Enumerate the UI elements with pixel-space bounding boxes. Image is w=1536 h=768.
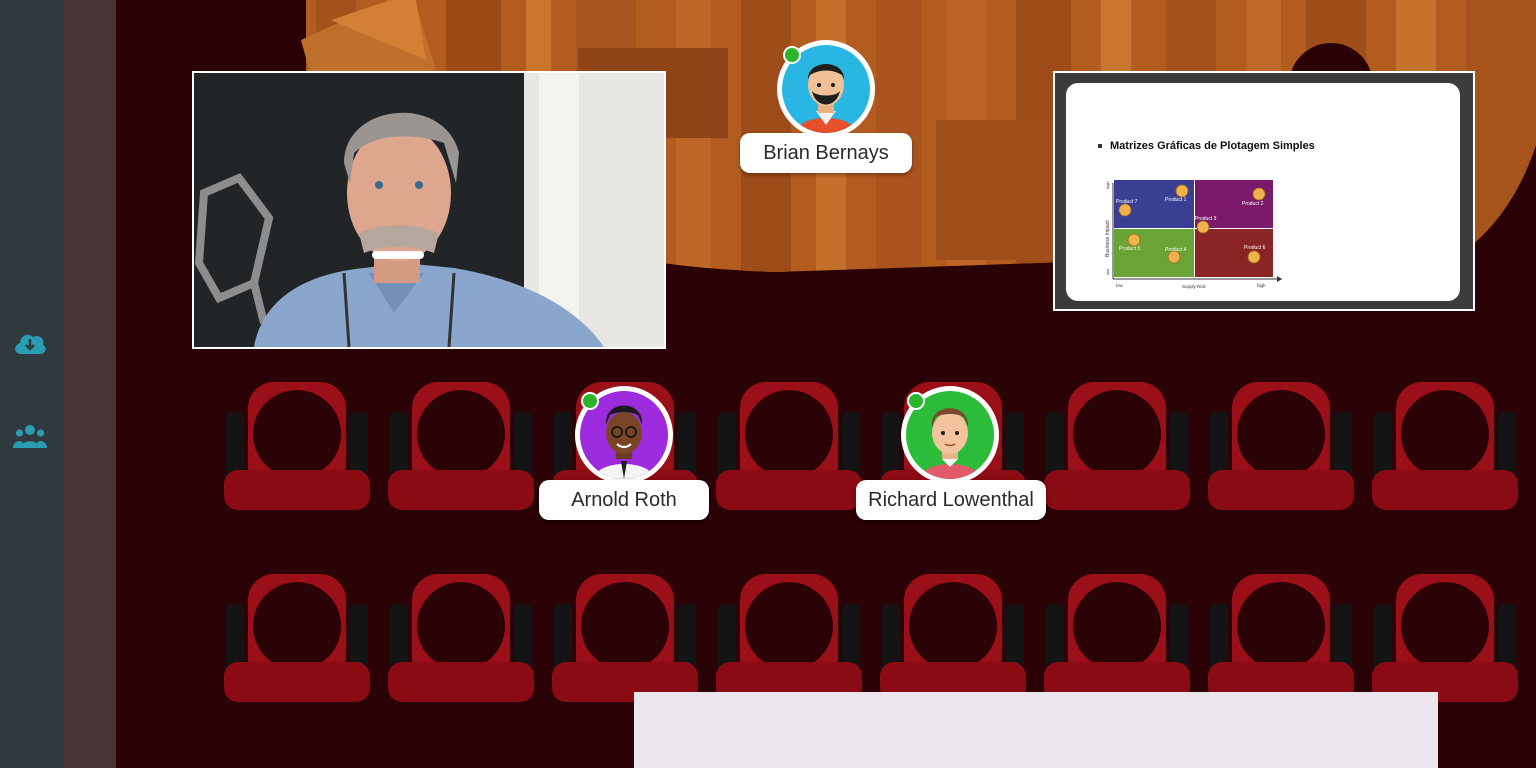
matrix-y-axis-label: Business Impact: [1105, 220, 1111, 257]
matrix-x-high: high: [1257, 283, 1266, 288]
slide-bullet: Matrizes Gráficas de Plotagem Simples: [1098, 140, 1315, 152]
bullet-icon: [1098, 144, 1102, 149]
sidebar: [0, 0, 64, 768]
presenter-video-frame: [194, 73, 664, 347]
matrix-y-low: low: [1105, 269, 1110, 275]
matrix-product-3: Product 3: [1195, 216, 1217, 222]
attendee-name-tag-arnold-roth: Arnold Roth: [539, 480, 709, 520]
matrix-product-1: Product 1: [1165, 197, 1187, 203]
slide: Matrizes Gráficas de Plotagem Simples Pr…: [1066, 83, 1460, 301]
presenter-video[interactable]: [192, 71, 666, 349]
attendee-name-tag-richard-lowenthal: Richard Lowenthal: [856, 480, 1046, 520]
seat[interactable]: [224, 574, 370, 704]
matrix-product-2: Product 2: [1242, 201, 1264, 207]
seat[interactable]: [388, 574, 534, 704]
auditorium: Matrizes Gráficas de Plotagem Simples Pr…: [116, 0, 1536, 768]
matrix-product-5: Product 5: [1119, 246, 1141, 252]
matrix-x-low: low: [1116, 283, 1124, 288]
online-status-icon: [581, 392, 599, 410]
online-status-icon: [783, 46, 801, 64]
matrix-x-axis-label: Supply Risk: [1182, 284, 1207, 289]
matrix-product-4: Product 4: [1165, 247, 1187, 253]
seat[interactable]: [388, 382, 534, 512]
download-button[interactable]: [10, 323, 50, 363]
cloud-download-icon: [15, 334, 46, 354]
speaker-avatar[interactable]: [777, 40, 875, 138]
matrix-product-7: Product 7: [1116, 199, 1138, 205]
seat[interactable]: [1372, 574, 1518, 704]
kraljic-matrix: Product 1 Product 2 Product 3 Product 4 …: [1105, 180, 1282, 289]
seat[interactable]: [716, 574, 862, 704]
seat[interactable]: [716, 382, 862, 512]
bottom-panel: [634, 692, 1438, 768]
presentation-screen[interactable]: Matrizes Gráficas de Plotagem Simples Pr…: [1053, 71, 1475, 311]
slide-bullet-text: Matrizes Gráficas de Plotagem Simples: [1110, 140, 1315, 152]
speaker-name-tag: Brian Bernays: [740, 133, 912, 173]
online-status-icon: [907, 392, 925, 410]
sidebar-divider: [64, 0, 116, 768]
seat[interactable]: [1372, 382, 1518, 512]
seat[interactable]: [1044, 574, 1190, 704]
attendee-avatar-arnold-roth[interactable]: [575, 386, 673, 484]
seat[interactable]: [1208, 574, 1354, 704]
seat[interactable]: [880, 574, 1026, 704]
seat[interactable]: [224, 382, 370, 512]
seat[interactable]: [1044, 382, 1190, 512]
users-group-icon: [13, 425, 47, 448]
participants-button[interactable]: [10, 416, 50, 456]
seat[interactable]: [1208, 382, 1354, 512]
matrix-y-high: high: [1105, 181, 1110, 189]
matrix-product-6: Product 6: [1244, 245, 1266, 251]
attendee-avatar-richard-lowenthal[interactable]: [901, 386, 999, 484]
seat[interactable]: [552, 574, 698, 704]
